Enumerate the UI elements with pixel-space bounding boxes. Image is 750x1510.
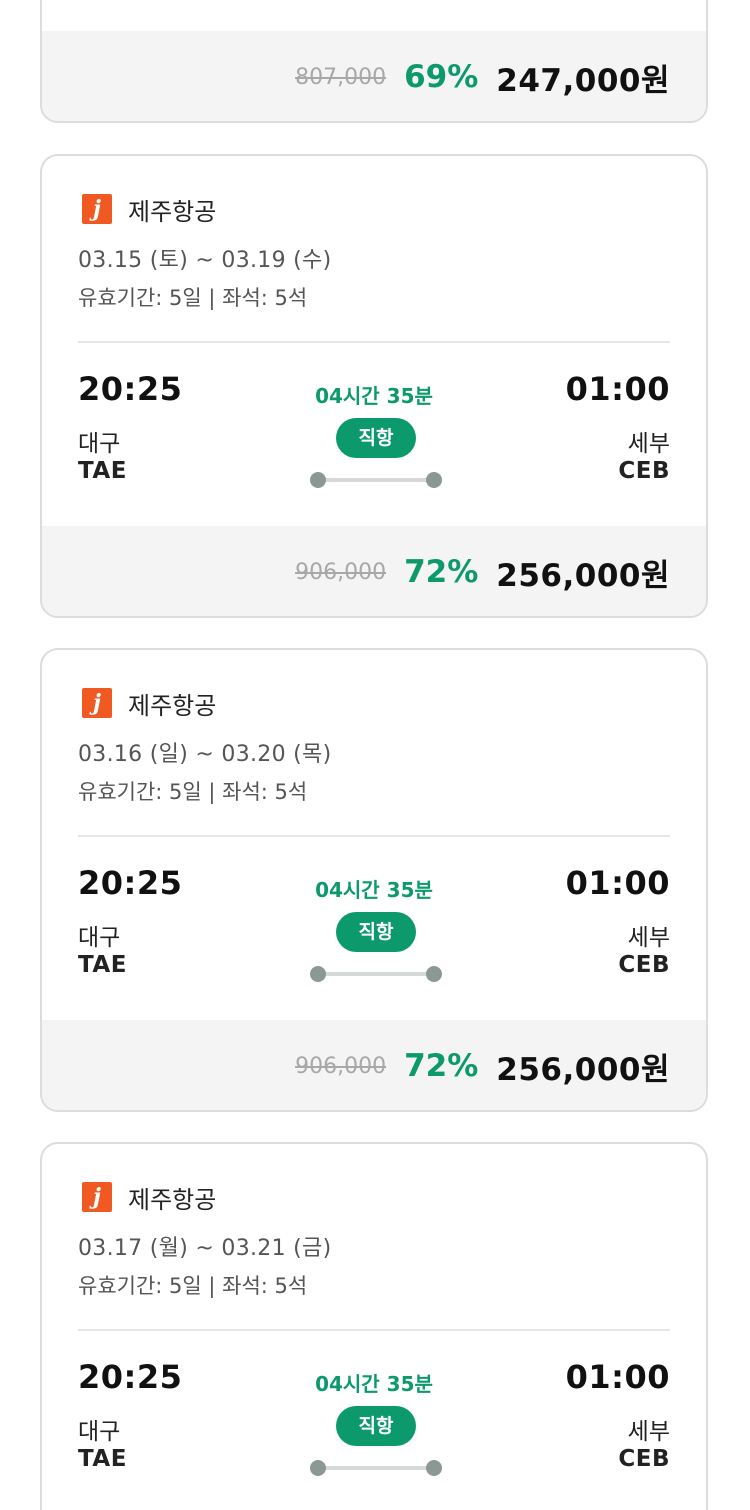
- original-price: 807,000: [295, 64, 387, 90]
- airline-row: j 제주항공: [82, 688, 217, 720]
- travel-dates: 03.16 (일) ~ 03.20 (목): [78, 742, 332, 767]
- final-price: 256,000원: [496, 557, 670, 594]
- flight-card[interactable]: j 제주항공 03.15 (토) ~ 03.19 (수) 유효기간: 5일 | …: [40, 154, 708, 618]
- divider: [78, 835, 670, 837]
- departure-code: TAE: [78, 952, 127, 978]
- route-bar: [318, 1466, 434, 1470]
- final-price: 247,000원: [496, 62, 670, 99]
- travel-dates: 03.15 (토) ~ 03.19 (수): [78, 248, 332, 273]
- flight-card[interactable]: 807,000 69% 247,000원: [40, 0, 708, 123]
- validity-seats: 유효기간: 5일 | 좌석: 5석: [78, 780, 308, 804]
- departure-city: 대구: [78, 1419, 121, 1445]
- arrival-city: 세부: [627, 1419, 670, 1445]
- original-price: 906,000: [295, 1053, 387, 1079]
- price-bar: 807,000 69% 247,000원: [42, 31, 706, 121]
- flight-card[interactable]: j 제주항공 03.17 (월) ~ 03.21 (금) 유효기간: 5일 | …: [40, 1142, 708, 1510]
- nonstop-badge: 직항: [336, 1406, 416, 1446]
- airline-name: 제주항공: [128, 691, 217, 720]
- route-line: [310, 1460, 442, 1476]
- jeju-air-logo-icon: j: [82, 1182, 112, 1212]
- airline-row: j 제주항공: [82, 1182, 217, 1214]
- flight-card[interactable]: j 제주항공 03.16 (일) ~ 03.20 (목) 유효기간: 5일 | …: [40, 648, 708, 1112]
- price-bar: 906,000 72% 256,000원: [42, 526, 706, 616]
- jeju-air-logo-icon: j: [82, 688, 112, 718]
- arrival-time: 01:00: [565, 1358, 670, 1396]
- route-dot-icon: [426, 472, 442, 488]
- route-dot-icon: [426, 966, 442, 982]
- airline-name: 제주항공: [128, 1185, 217, 1214]
- flight-results-page: 807,000 69% 247,000원 j 제주항공 03.15 (토) ~ …: [0, 0, 750, 1510]
- travel-dates: 03.17 (월) ~ 03.21 (금): [78, 1236, 332, 1261]
- airline-name: 제주항공: [128, 197, 217, 226]
- route-dot-icon: [310, 1460, 326, 1476]
- route-line: [310, 472, 442, 488]
- departure-code: TAE: [78, 1446, 127, 1472]
- route-line: [310, 966, 442, 982]
- original-price: 906,000: [295, 559, 387, 585]
- discount-rate: 72%: [404, 554, 479, 590]
- discount-rate: 72%: [404, 1048, 479, 1084]
- final-price: 256,000원: [496, 1051, 670, 1088]
- airline-row: j 제주항공: [82, 194, 217, 226]
- arrival-time: 01:00: [565, 370, 670, 408]
- route-dot-icon: [310, 472, 326, 488]
- departure-city: 대구: [78, 925, 121, 951]
- nonstop-badge: 직항: [336, 912, 416, 952]
- nonstop-badge: 직항: [336, 418, 416, 458]
- departure-code: TAE: [78, 458, 127, 484]
- departure-city: 대구: [78, 431, 121, 457]
- arrival-city: 세부: [627, 925, 670, 951]
- arrival-code: CEB: [618, 952, 670, 978]
- arrival-code: CEB: [618, 458, 670, 484]
- route-dot-icon: [426, 1460, 442, 1476]
- arrival-city: 세부: [627, 431, 670, 457]
- arrival-time: 01:00: [565, 864, 670, 902]
- route-bar: [318, 478, 434, 482]
- divider: [78, 1329, 670, 1331]
- discount-rate: 69%: [404, 59, 479, 95]
- route-dot-icon: [310, 966, 326, 982]
- jeju-air-logo-icon: j: [82, 194, 112, 224]
- arrival-code: CEB: [618, 1446, 670, 1472]
- route-bar: [318, 972, 434, 976]
- price-bar: 906,000 72% 256,000원: [42, 1020, 706, 1110]
- divider: [78, 341, 670, 343]
- validity-seats: 유효기간: 5일 | 좌석: 5석: [78, 1274, 308, 1298]
- validity-seats: 유효기간: 5일 | 좌석: 5석: [78, 286, 308, 310]
